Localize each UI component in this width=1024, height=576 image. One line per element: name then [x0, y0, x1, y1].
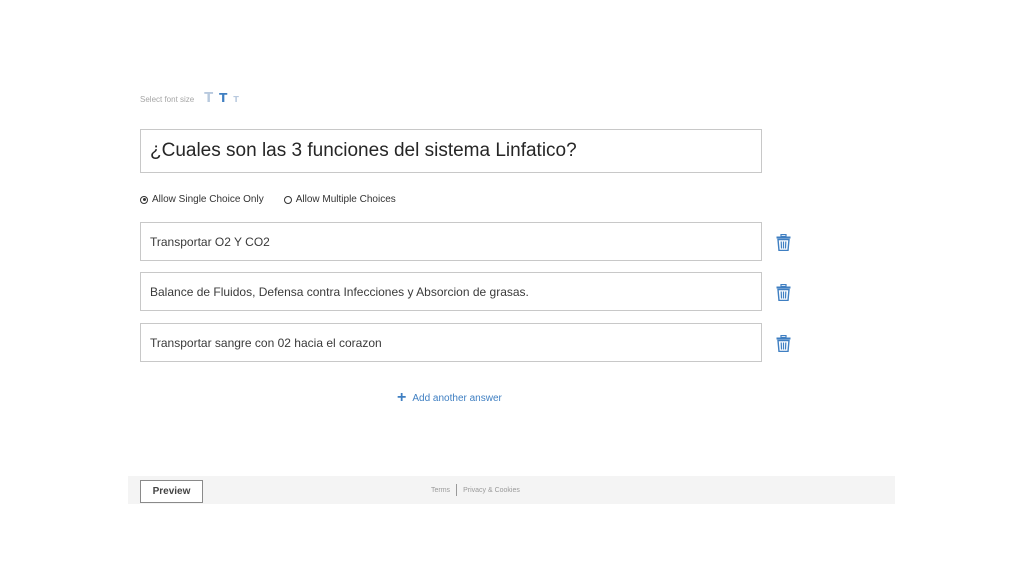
plus-icon: +: [397, 389, 407, 406]
add-answer-label: Add another answer: [412, 392, 502, 404]
multiple-choice-label: Allow Multiple Choices: [295, 194, 396, 205]
answer-input[interactable]: Balance de Fluidos, Defensa contra Infec…: [140, 272, 762, 311]
multiple-choice-radio[interactable]: [283, 195, 292, 204]
footer-bar: Preview Terms Privacy & Cookies: [128, 476, 895, 504]
font-size-small-button[interactable]: T: [233, 96, 238, 104]
font-size-medium-button[interactable]: T: [219, 92, 227, 104]
trash-icon[interactable]: [776, 334, 791, 353]
font-size-large-button[interactable]: T: [204, 92, 213, 105]
font-size-selector: Select font size T T T: [140, 92, 239, 108]
choice-mode-group: Allow Single Choice Only Allow Multiple …: [140, 194, 396, 205]
answer-input[interactable]: Transportar sangre con 02 hacia el coraz…: [140, 323, 762, 362]
trash-icon[interactable]: [776, 283, 791, 302]
question-input[interactable]: ¿Cuales son las 3 funciones del sistema …: [140, 129, 762, 173]
single-choice-label: Allow Single Choice Only: [152, 194, 264, 205]
preview-button[interactable]: Preview: [140, 480, 203, 503]
footer-links: Terms Privacy & Cookies: [431, 484, 520, 496]
answer-input[interactable]: Transportar O2 Y CO2: [140, 222, 762, 261]
single-choice-radio[interactable]: [140, 195, 148, 204]
add-answer-button[interactable]: + Add another answer: [397, 390, 502, 406]
terms-link[interactable]: Terms: [431, 487, 450, 494]
multiple-choice-option[interactable]: Allow Multiple Choices: [283, 194, 396, 205]
single-choice-option[interactable]: Allow Single Choice Only: [140, 194, 264, 205]
footer-divider: [456, 484, 458, 496]
question-editor-page: Select font size T T T ¿Cuales son las 3…: [0, 0, 1024, 576]
answer-row: Transportar sangre con 02 hacia el coraz…: [140, 323, 791, 362]
answer-row: Transportar O2 Y CO2: [140, 222, 791, 261]
font-size-label: Select font size: [140, 95, 195, 104]
privacy-cookies-link[interactable]: Privacy & Cookies: [463, 487, 520, 494]
answer-row: Balance de Fluidos, Defensa contra Infec…: [140, 272, 791, 311]
trash-icon[interactable]: [776, 233, 791, 252]
